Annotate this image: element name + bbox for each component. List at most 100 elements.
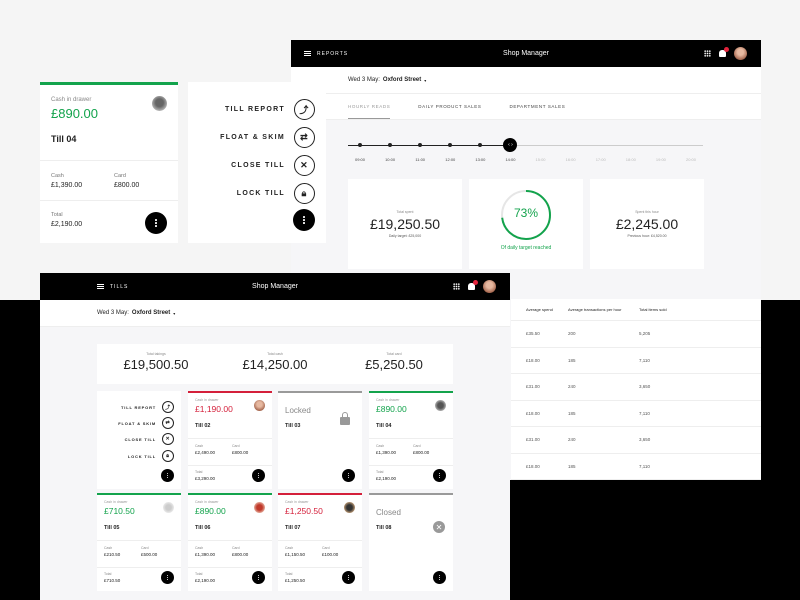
tile-more-button[interactable] (252, 571, 265, 584)
timeline-hour-label[interactable]: 17:00 (596, 157, 606, 162)
till-detail-card: Cash in drawer £890.00 Till 04 Cash £1,3… (40, 82, 178, 243)
stat-total-spent-value: £19,250.50 (369, 216, 441, 232)
timeline-tick (478, 143, 483, 147)
till-tile-07[interactable]: Cash in drawer £1,250.50 Till 07 Cash £1… (278, 493, 362, 591)
reports-store-selector[interactable]: Wed 3 May: Oxford Street ▾ (291, 67, 761, 94)
tile-cash: £1,150.50 (285, 552, 306, 557)
stat-spent-hour-value: £2,245.00 (615, 216, 679, 232)
divider (188, 438, 272, 439)
menu-till-report[interactable]: TILL REPORT ⤴ (121, 401, 174, 413)
table-cell: £18.00 (526, 463, 540, 469)
user-avatar[interactable] (734, 47, 747, 60)
till-menu-more-button[interactable] (293, 209, 315, 231)
bell-icon[interactable] (719, 47, 729, 57)
summary-value: £5,250.50 (365, 357, 423, 372)
timeline-hour-label[interactable]: 12:00 (445, 157, 455, 162)
till-tile-06[interactable]: Cash in drawer £890.00 Till 06 Cash £1,3… (188, 493, 272, 591)
tile-cash-label: Cash (195, 444, 204, 448)
reports-store-name: Oxford Street (382, 77, 422, 83)
menu-lock-till[interactable]: LOCK TILL 🔒︎ (237, 183, 315, 204)
timeline-hour-label[interactable]: 20:00 (686, 157, 696, 162)
apps-grid-icon[interactable] (704, 50, 711, 57)
stat-total-spent-label: Total spent (396, 210, 414, 214)
tills-menu-button[interactable]: TILLS (97, 284, 128, 290)
menu-close-till[interactable]: CLOSE TILL ✕ (125, 433, 174, 445)
till-tile-03[interactable]: Locked Till 03 (278, 391, 362, 489)
divider (188, 540, 272, 541)
summary-total-takings: Total takings £19,500.50 (97, 344, 215, 372)
tile-cash-label: Cash (376, 444, 385, 448)
timeline-hour-label[interactable]: 11:00 (415, 157, 425, 162)
apps-grid-icon[interactable] (453, 283, 460, 290)
tills-store-selector[interactable]: Wed 3 May: Oxford Street ▾ (40, 300, 510, 327)
col-average-transactions: Average transactions per hour (568, 307, 622, 312)
lock-icon (340, 412, 350, 425)
menu-close-till-label: CLOSE TILL (124, 436, 156, 442)
tab-hourly-reads[interactable]: HOURLY READS (348, 104, 391, 119)
menu-float-skim[interactable]: FLOAT & SKIM ⇄ (118, 417, 174, 429)
tile-more-button[interactable] (161, 469, 174, 482)
till-tile-05[interactable]: Cash in drawer £710.50 Till 05 Cash £210… (97, 493, 181, 591)
timeline-hour-label[interactable]: 16:00 (566, 157, 576, 162)
menu-close-till[interactable]: CLOSE TILL ✕ (231, 155, 315, 176)
timeline-hour-label[interactable]: 09:00 (355, 157, 365, 162)
tab-daily-product-sales[interactable]: DAILY PRODUCT SALES (418, 104, 481, 109)
timeline-hour-label[interactable]: 18:00 (626, 157, 636, 162)
table-cell: 185 (568, 463, 576, 469)
menu-float-skim[interactable]: FLOAT & SKIM ⇄ (220, 127, 315, 148)
user-avatar[interactable] (483, 280, 496, 293)
swap-icon: ⇄ (162, 417, 174, 429)
menu-lock-till[interactable]: LOCK TILL 🔒︎ (128, 450, 174, 462)
till-operator-avatar (435, 400, 446, 411)
till-tile-08[interactable]: Closed Till 08 ✕ (369, 493, 453, 591)
tile-card: £500.00 (141, 552, 158, 557)
menu-lock-till-label: LOCK TILL (236, 190, 285, 197)
bell-icon[interactable] (468, 280, 478, 290)
till-tile-02[interactable]: Cash in drawer £1,190.00 Till 02 Cash £2… (188, 391, 272, 489)
timeline-hour-label[interactable]: 10:00 (385, 157, 395, 162)
tile-more-button[interactable] (252, 469, 265, 482)
tile-more-button[interactable] (161, 571, 174, 584)
trend-icon: ⤴ (294, 99, 315, 120)
reports-menu-button[interactable]: REPORTS (304, 51, 348, 57)
summary-value: £19,500.50 (123, 357, 189, 372)
till-detail-total-label: Total (51, 212, 63, 218)
till-detail-more-button[interactable] (145, 212, 167, 234)
tile-name: Till 04 (376, 423, 392, 429)
summary-label: Total card (386, 352, 402, 356)
table-cell: £18.00 (526, 410, 540, 416)
timeline-hour-label[interactable]: 14:00 (505, 157, 515, 162)
chevron-down-icon: ▾ (424, 77, 427, 83)
tills-top-bar: TILLS Shop Manager (40, 273, 510, 300)
tile-more-button[interactable] (342, 469, 355, 482)
timeline-hour-label[interactable]: 13:00 (475, 157, 485, 162)
table-cell: 5,205 (639, 331, 651, 337)
table-cell: 7,110 (639, 357, 650, 363)
tile-name: Till 02 (195, 423, 211, 429)
till-operator-avatar (152, 96, 167, 111)
notification-dot (473, 280, 478, 285)
menu-till-report[interactable]: TILL REPORT ⤴ (225, 99, 315, 120)
timeline-slider-handle[interactable]: ‹ › (503, 138, 518, 152)
tile-more-button[interactable] (433, 469, 446, 482)
table-cell: 200 (568, 331, 576, 337)
tile-locked-label: Locked (285, 406, 311, 415)
till-tile-04[interactable]: Cash in drawer £890.00 Till 04 Cash £1,3… (369, 391, 453, 489)
tile-more-button[interactable] (433, 571, 446, 584)
timeline-hour-label[interactable]: 15:00 (536, 157, 546, 162)
tile-amount: £1,250.50 (285, 506, 323, 516)
hourly-timeline[interactable]: 09:00 10:00 11:00 12:00 13:00 14:00 15:00 16:00… (348, 138, 703, 165)
till-detail-label: Cash in drawer (51, 97, 92, 103)
table-row: £18.00 185 7,110 (511, 401, 761, 427)
close-circle-icon: ✕ (162, 433, 174, 445)
tile-more-button[interactable] (342, 571, 355, 584)
tile-card-label: Card (141, 546, 149, 550)
tile-card: £800.00 (232, 450, 249, 455)
tile-name: Till 03 (285, 423, 301, 429)
tab-department-sales[interactable]: DEPARTMENT SALES (509, 104, 565, 109)
divider (40, 200, 178, 201)
more-vertical-icon (258, 577, 259, 578)
timeline-hour-label[interactable]: 19:00 (656, 157, 666, 162)
till-detail-total: £2,190.00 (51, 221, 83, 228)
reports-table: Average spend Average transactions per h… (511, 299, 761, 480)
